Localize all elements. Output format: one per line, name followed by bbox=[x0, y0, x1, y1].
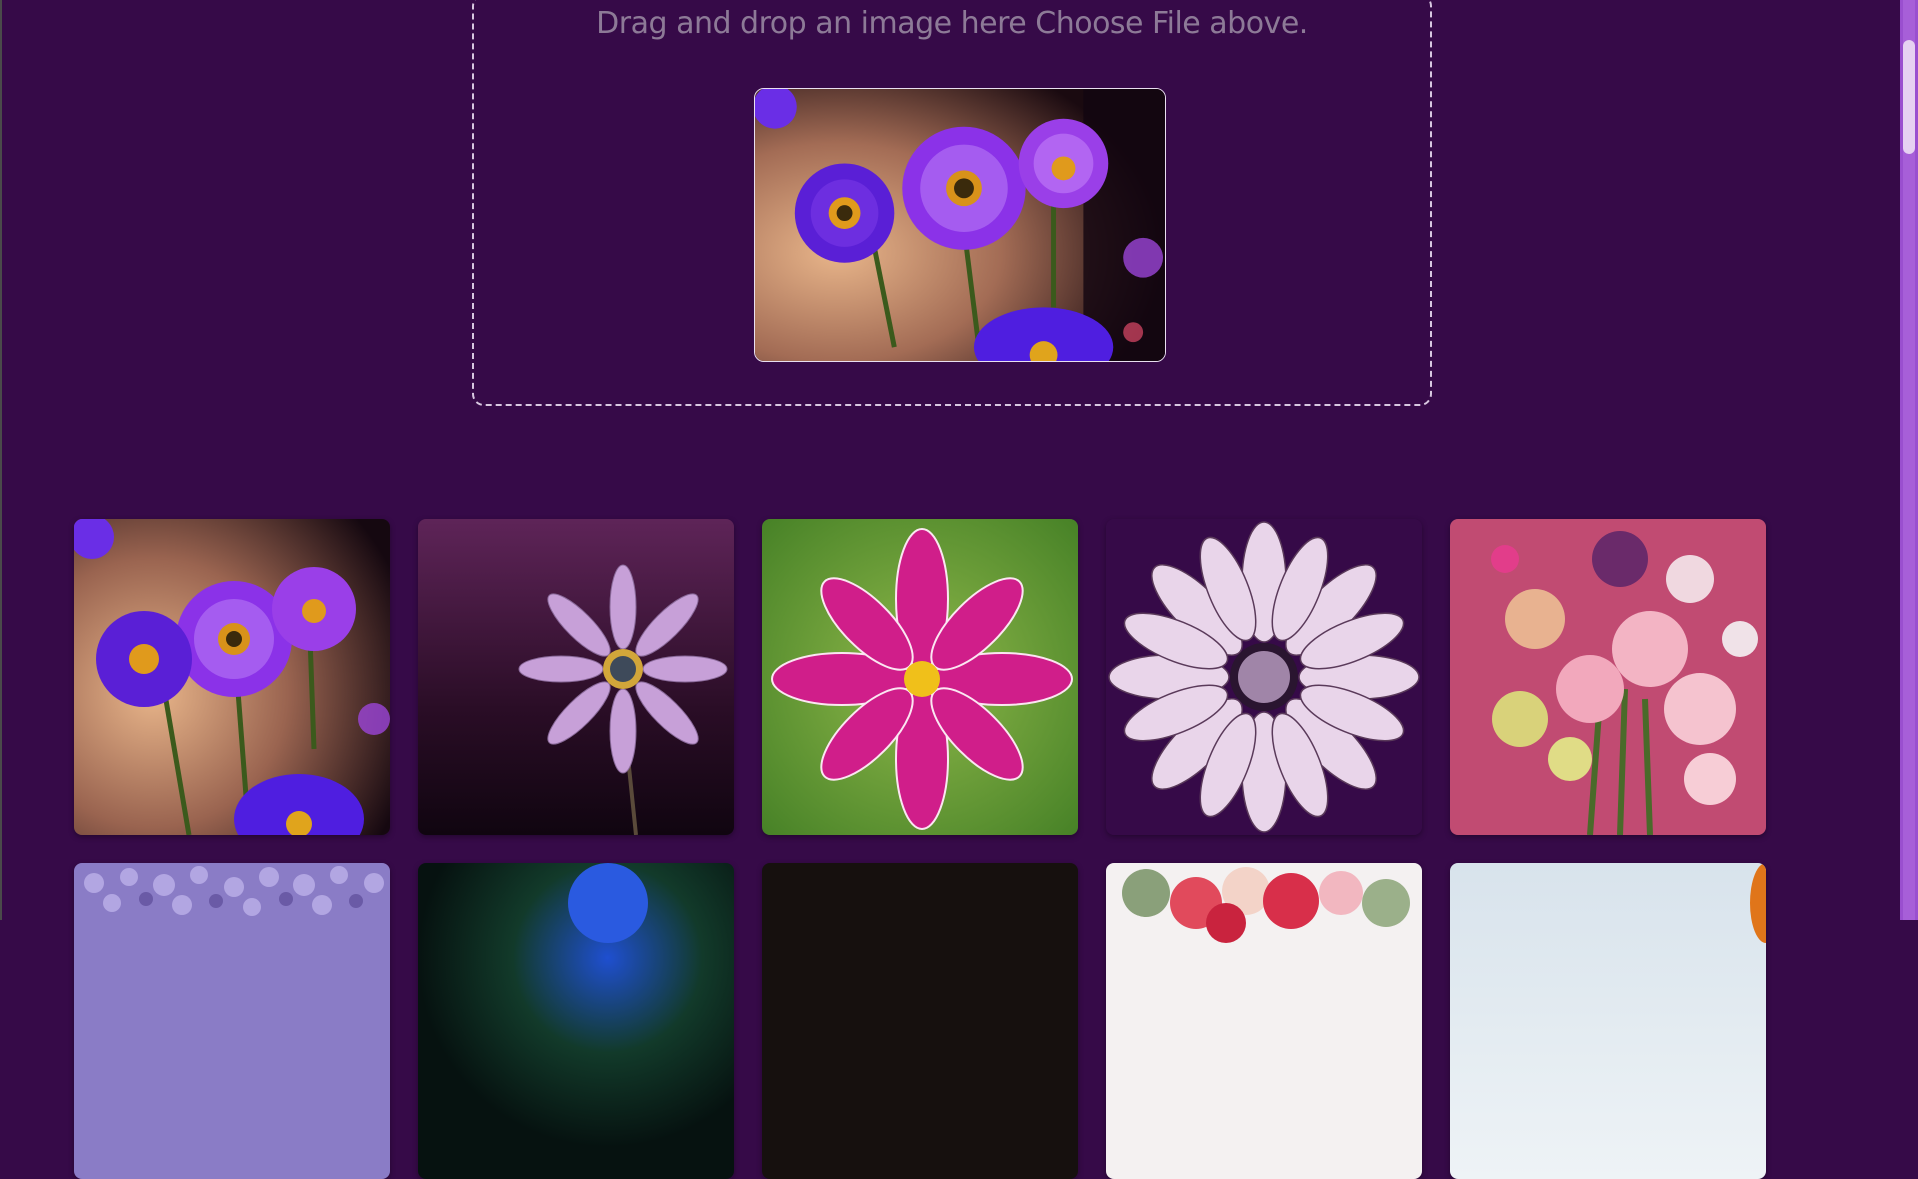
gallery-image bbox=[418, 863, 734, 1179]
gallery-item[interactable] bbox=[1450, 863, 1766, 1179]
page-scrollbar[interactable] bbox=[1900, 0, 1918, 920]
gallery-item[interactable] bbox=[762, 863, 1078, 1179]
gallery-image bbox=[1106, 519, 1422, 835]
uploaded-image-preview bbox=[754, 88, 1166, 362]
gallery-item[interactable] bbox=[762, 519, 1078, 835]
gallery-image bbox=[762, 863, 1078, 1179]
gallery-item[interactable] bbox=[74, 863, 390, 1179]
gallery-image bbox=[1450, 519, 1766, 835]
scrollbar-thumb[interactable] bbox=[1903, 40, 1915, 154]
gallery-image bbox=[1450, 863, 1766, 1179]
window-left-edge bbox=[0, 0, 2, 920]
gallery-image bbox=[1106, 863, 1422, 1179]
gallery-item[interactable] bbox=[1106, 863, 1422, 1179]
gallery-item[interactable] bbox=[418, 863, 734, 1179]
gallery-image bbox=[74, 519, 390, 835]
gallery-item[interactable] bbox=[1106, 519, 1422, 835]
gallery-image bbox=[762, 519, 1078, 835]
gallery-item[interactable] bbox=[1450, 519, 1766, 835]
gallery-item[interactable] bbox=[418, 519, 734, 835]
gallery-image bbox=[74, 863, 390, 1179]
gallery-item[interactable] bbox=[74, 519, 390, 835]
image-drop-zone[interactable]: Drag and drop an image here Choose File … bbox=[472, 0, 1432, 406]
gallery-image bbox=[418, 519, 734, 835]
drop-instructions: Drag and drop an image here Choose File … bbox=[596, 6, 1308, 41]
